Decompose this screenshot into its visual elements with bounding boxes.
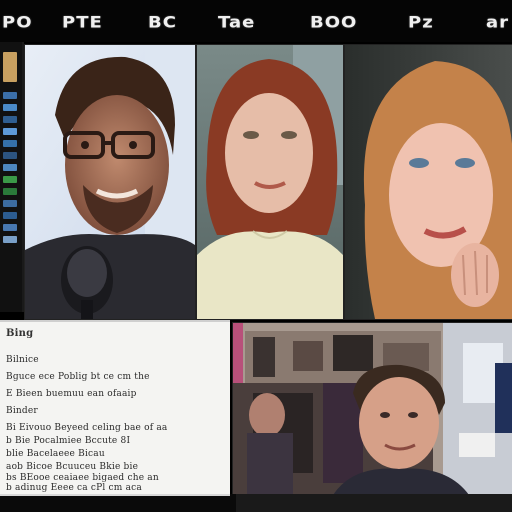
participant-video-feed [345, 45, 512, 319]
tool-icon[interactable] [3, 212, 17, 219]
tool-icon[interactable] [3, 164, 17, 171]
participant-label-5: BOO [310, 13, 358, 32]
chat-message: Binder [6, 406, 38, 416]
tool-icon[interactable] [3, 116, 17, 123]
chat-message: blie Bacelaeee Bicau [6, 449, 105, 459]
video-tile-3[interactable] [344, 44, 512, 320]
participant-label-bar: PO PTE BC Tae BOO Pz ar [0, 0, 512, 42]
tool-icon[interactable] [3, 236, 17, 243]
participant-label-7: ar [486, 13, 510, 32]
participant-video-feed [197, 45, 343, 319]
taskbar-segment [236, 494, 512, 512]
participant-label-2: PTE [62, 13, 103, 32]
chat-message: b Bie Pocalmiee Bccute 8I [6, 436, 131, 446]
participant-video-feed [233, 323, 512, 495]
chat-message: Bilnice [6, 355, 39, 365]
video-call-screen: PO PTE BC Tae BOO Pz ar Bing Bilnice Bgu… [0, 0, 512, 512]
participant-video-feed [25, 45, 195, 319]
video-tile-2[interactable] [196, 44, 344, 320]
tool-icon[interactable] [3, 92, 17, 99]
tool-icon[interactable] [3, 152, 17, 159]
participant-label-4: Tae [218, 13, 256, 32]
chat-message: Bi Eivouo Beyeed celing bae of aa [6, 423, 168, 433]
chat-title: Bing [6, 328, 34, 339]
tool-icon[interactable] [3, 104, 17, 111]
chat-message: E Bieen buemuu ean ofaaip [6, 389, 137, 399]
chat-message: b adinug Eeee ca cPl cm aca [6, 483, 142, 493]
tool-icon[interactable] [3, 176, 17, 183]
chat-panel: Bing Bilnice Bguce ece Poblig bt ce cm t… [0, 320, 230, 494]
chat-message: Bguce ece Poblig bt ce cm the [6, 372, 150, 382]
divider [0, 494, 230, 496]
participant-label-3: BC [148, 13, 177, 32]
tool-icon[interactable] [3, 140, 17, 147]
tool-icon[interactable] [3, 188, 17, 195]
participant-label-6: Pz [408, 13, 434, 32]
bottom-taskbar [0, 494, 512, 512]
app-thumbnail-icon[interactable] [3, 52, 17, 82]
video-tile-4[interactable] [232, 322, 512, 496]
tool-icon[interactable] [3, 200, 17, 207]
participant-label-1: PO [2, 13, 33, 32]
chat-message: aob Bicoe Bcuuceu Bkie bie [6, 462, 139, 472]
left-toolbar [0, 42, 24, 312]
chat-message: bs BEooe ceaiaee bigaed che an [6, 473, 159, 483]
tool-icon[interactable] [3, 128, 17, 135]
video-tile-1[interactable] [24, 44, 196, 320]
tool-icon[interactable] [3, 224, 17, 231]
